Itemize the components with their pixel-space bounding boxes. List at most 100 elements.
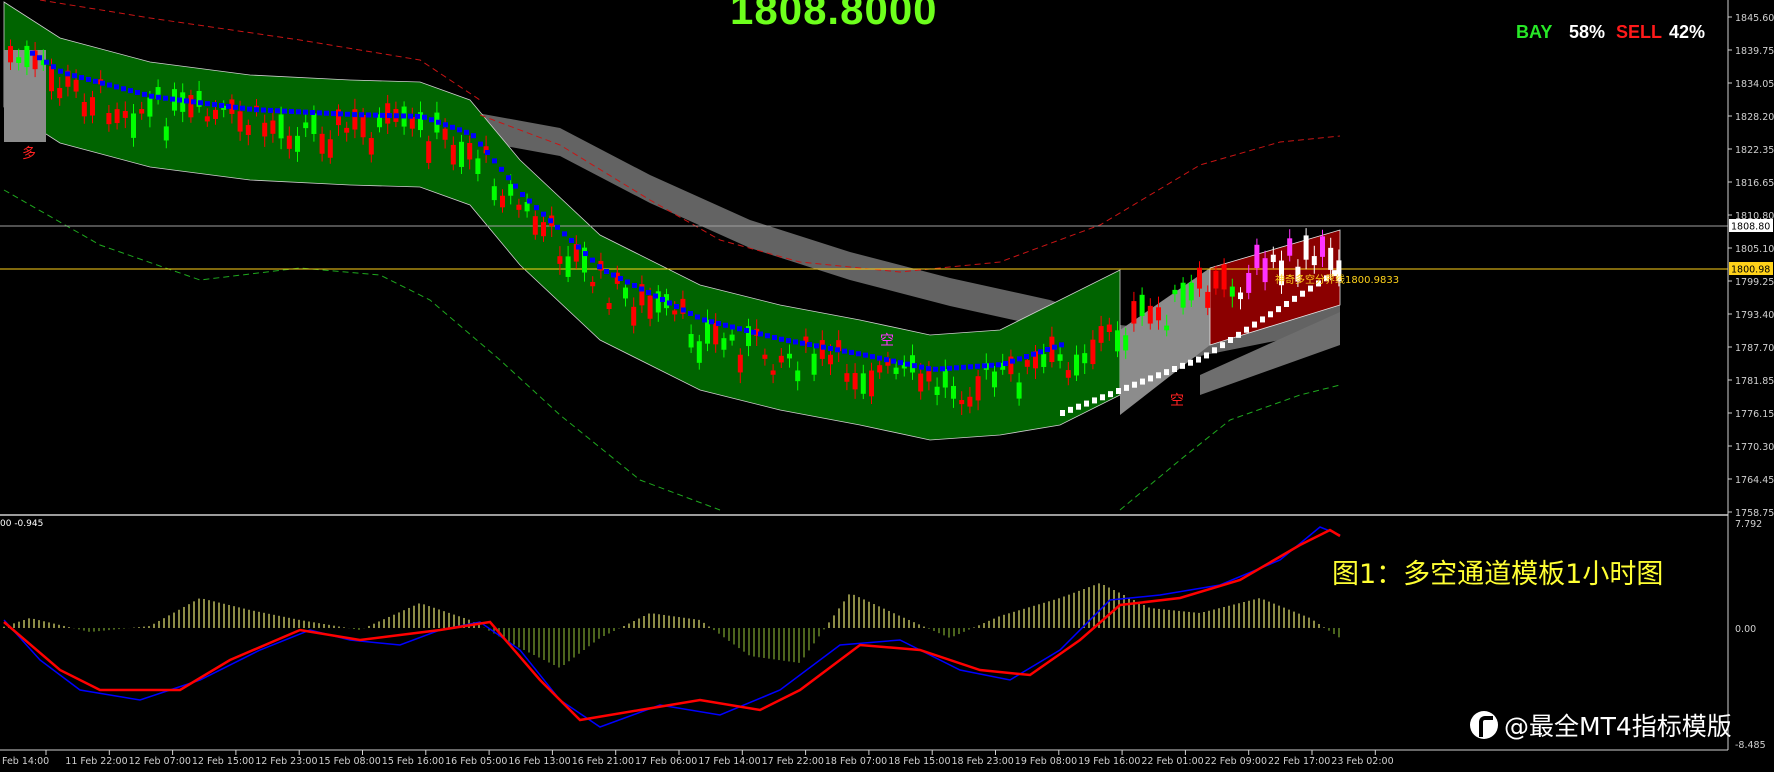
- trail-dot-blue: [702, 317, 707, 323]
- trail-dot-blue: [807, 342, 812, 348]
- trail-dot-blue: [639, 286, 644, 292]
- candle-body: [1287, 238, 1293, 256]
- trail-dot-blue: [961, 364, 966, 370]
- trail-dot-white: [1068, 406, 1073, 413]
- candle-body: [1115, 330, 1120, 352]
- trail-dot-blue: [93, 78, 98, 84]
- candle-body: [1024, 360, 1030, 367]
- sell-percent: 42%: [1669, 22, 1706, 42]
- trail-dot-white: [1276, 306, 1281, 313]
- trail-dot-white: [1084, 400, 1089, 407]
- candle-body: [106, 113, 112, 125]
- trail-dot-blue: [562, 231, 567, 237]
- trail-dot-blue: [429, 117, 434, 123]
- trail-dot-blue: [772, 335, 777, 340]
- watermark: @最全MT4指标模版: [1470, 707, 1732, 743]
- trail-dot-blue: [590, 257, 595, 263]
- trail-dot-white: [1132, 381, 1137, 388]
- trail-dot-blue: [44, 59, 49, 65]
- trail-dot-blue: [786, 338, 791, 344]
- candle-body: [1164, 325, 1170, 331]
- candle-body: [1057, 354, 1063, 361]
- price-tick-label: 1834.05: [1735, 79, 1774, 90]
- candle-body: [967, 396, 973, 407]
- price-tick-label: 1822.35: [1735, 145, 1774, 156]
- trail-dot-blue: [751, 329, 756, 335]
- macd-indicator: [3, 526, 1341, 728]
- candle-body: [1328, 247, 1334, 270]
- candle-body: [532, 216, 538, 235]
- candle-body: [869, 370, 874, 397]
- candle-body: [631, 306, 637, 326]
- trail-dot-white: [1260, 316, 1265, 323]
- trail-dot-blue: [877, 355, 882, 361]
- trail-dot-blue: [296, 109, 301, 115]
- candle-body: [319, 133, 325, 154]
- macd-histogram: [3, 583, 1340, 668]
- candle-body: [934, 386, 940, 396]
- trail-dot-blue: [919, 364, 924, 370]
- trail-dot-white: [1180, 362, 1185, 369]
- trail-dot-blue: [933, 366, 938, 372]
- candle-body: [942, 369, 948, 388]
- trail-dot-blue: [219, 102, 224, 108]
- trail-dot-blue: [128, 88, 133, 94]
- time-tick-label: 17 Feb 06:00: [635, 756, 697, 767]
- bay-label: BAY: [1516, 22, 1553, 42]
- trail-dot-blue: [212, 102, 217, 108]
- trail-dot-blue: [730, 324, 735, 330]
- trail-dot-blue: [891, 358, 896, 364]
- price-tick-label: 1839.75: [1735, 46, 1774, 57]
- trail-dot-blue: [1017, 356, 1022, 362]
- trail-dot-white: [1100, 394, 1105, 401]
- trail-dot-blue: [233, 104, 238, 110]
- lower-green-envelope-2: [1119, 384, 1341, 511]
- candle-body: [270, 120, 276, 134]
- candle-body: [1041, 354, 1047, 367]
- trail-dot-blue: [492, 158, 497, 164]
- candle-body: [147, 97, 153, 117]
- candle-body: [852, 373, 858, 390]
- trail-dot-blue: [65, 71, 70, 77]
- candle-body: [1065, 370, 1071, 378]
- trail-dot-blue: [737, 326, 742, 332]
- candle-body: [623, 287, 628, 299]
- trail-dot-blue: [506, 175, 511, 181]
- trail-dot-blue: [156, 94, 161, 100]
- trail-dot-blue: [331, 111, 336, 117]
- candle-body: [139, 109, 145, 114]
- trail-dot-blue: [254, 107, 259, 113]
- trail-dot-blue: [954, 365, 959, 371]
- trail-dot-blue: [338, 111, 343, 117]
- candle-body: [311, 113, 317, 134]
- level-price-tag: 1800.98: [1731, 265, 1770, 276]
- candle-body: [1106, 324, 1112, 332]
- signal-mark-kong: 空: [1170, 393, 1184, 409]
- trail-dot-white: [1204, 352, 1209, 359]
- indicator-tick-label: -8.485: [1735, 740, 1766, 751]
- candle-body: [73, 79, 79, 92]
- candle-body: [1016, 382, 1022, 399]
- candle-body: [8, 46, 13, 63]
- trail-dot-blue: [457, 127, 462, 133]
- trail-dot-blue: [184, 98, 189, 104]
- sell-label: SELL: [1616, 22, 1663, 42]
- candle-body: [442, 128, 448, 140]
- candle-body: [762, 354, 768, 359]
- trail-dot-blue: [520, 192, 525, 197]
- candle-body: [541, 222, 546, 237]
- trail-dot-blue: [765, 333, 770, 339]
- trail-dot-blue: [443, 122, 448, 128]
- signal-mark-kong: 空: [880, 333, 894, 349]
- trail-dot-blue: [856, 351, 861, 357]
- trail-dot-blue: [401, 113, 406, 119]
- lower-green-envelope: [3, 189, 721, 511]
- time-tick-label: 12 Feb 23:00: [255, 756, 317, 767]
- trail-dot-blue: [513, 183, 518, 189]
- candle-body: [57, 87, 63, 99]
- trail-dot-blue: [982, 363, 987, 369]
- brand-logo-icon: [1470, 711, 1498, 739]
- trail-dot-white: [1124, 384, 1129, 391]
- trail-dot-blue: [1003, 361, 1008, 366]
- trail-dot-blue: [583, 251, 588, 257]
